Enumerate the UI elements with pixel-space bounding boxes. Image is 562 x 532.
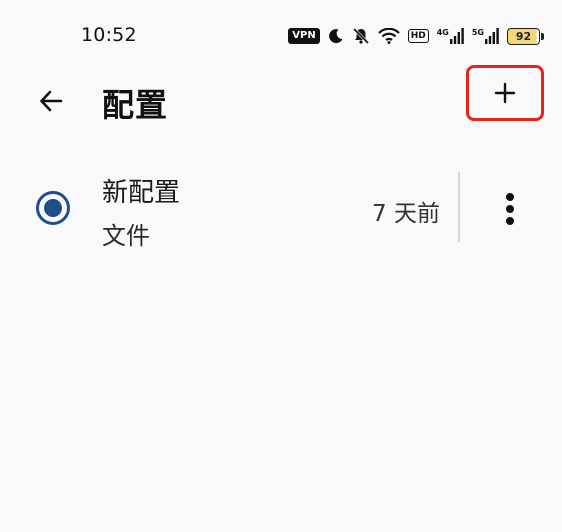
profile-list-item[interactable]: 新配置 文件 7 天前 (0, 166, 562, 254)
status-icons: VPN HD 4G 5G 92 (288, 25, 544, 47)
add-profile-button[interactable] (466, 65, 544, 121)
profiles-screen: 10:52 VPN HD 4G 5G 92 配置 新配置 文件 7 天前 (0, 0, 562, 532)
profile-type: 文件 (102, 222, 150, 250)
battery-icon: 92 (507, 27, 544, 45)
profile-radio-button[interactable] (36, 191, 70, 225)
page-title: 配置 (102, 86, 169, 124)
battery-level: 92 (515, 29, 532, 43)
more-options-button[interactable] (490, 186, 530, 232)
bell-off-icon (352, 27, 370, 45)
back-button[interactable] (34, 84, 68, 118)
row-divider (458, 172, 460, 242)
moon-icon (328, 28, 344, 44)
vpn-icon: VPN (288, 28, 320, 44)
status-time: 10:52 (81, 24, 137, 46)
hd-icon: HD (407, 29, 429, 43)
wifi-icon (377, 28, 400, 44)
plus-icon (494, 82, 516, 104)
signal-5g-label: 5G (471, 28, 484, 37)
profile-name: 新配置 (102, 178, 181, 208)
signal-4g-label: 4G (436, 28, 449, 37)
signal-4g-icon: 4G (437, 28, 464, 44)
signal-5g-icon: 5G (472, 28, 499, 44)
more-vert-icon (506, 193, 514, 225)
radio-selected-dot (44, 199, 62, 217)
arrow-left-icon (40, 90, 63, 112)
profile-updated-time: 7 天前 (372, 201, 440, 227)
